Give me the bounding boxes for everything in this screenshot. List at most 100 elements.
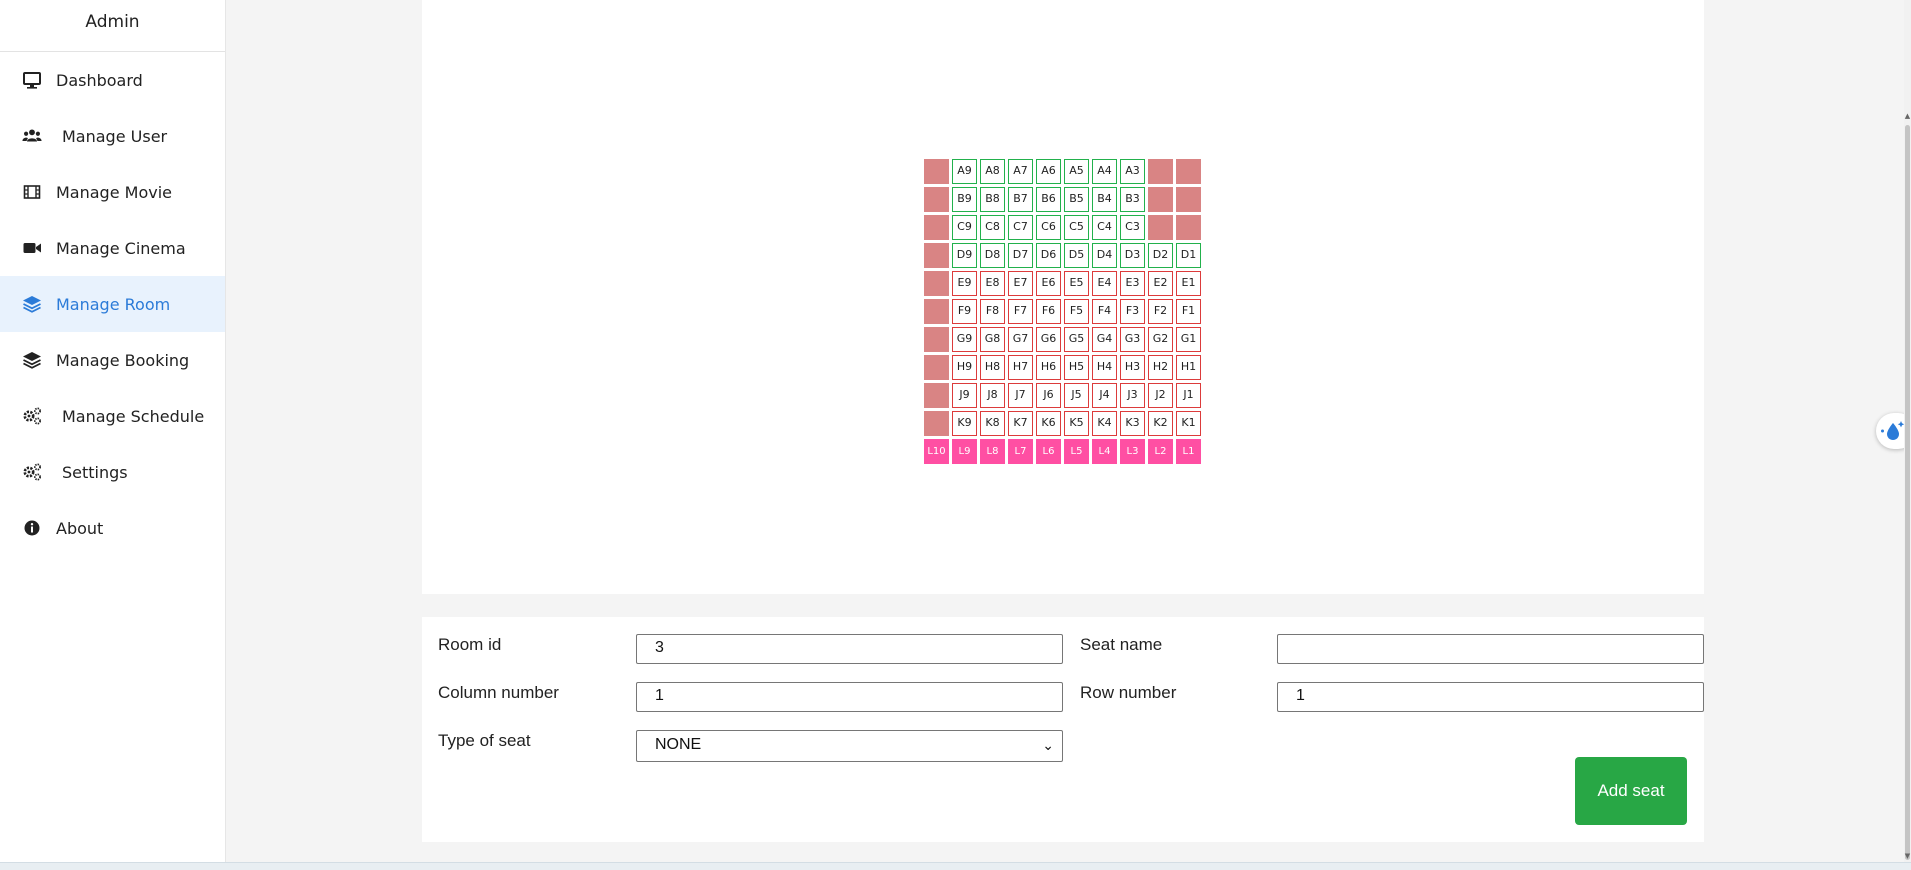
seat-g8[interactable]: G8 [980, 327, 1005, 352]
seat-j3[interactable]: J3 [1120, 383, 1145, 408]
room-id-input[interactable]: 3 [636, 634, 1063, 664]
seat-g1[interactable]: G1 [1176, 327, 1201, 352]
seat-e7[interactable]: E7 [1008, 271, 1033, 296]
seat-k5[interactable]: K5 [1064, 411, 1089, 436]
seat-a8[interactable]: A8 [980, 159, 1005, 184]
seat-j5[interactable]: J5 [1064, 383, 1089, 408]
seat-blocked[interactable] [924, 187, 949, 212]
seat-b4[interactable]: B4 [1092, 187, 1117, 212]
seat-g7[interactable]: G7 [1008, 327, 1033, 352]
seat-f4[interactable]: F4 [1092, 299, 1117, 324]
seat-d4[interactable]: D4 [1092, 243, 1117, 268]
seat-j6[interactable]: J6 [1036, 383, 1061, 408]
sidebar-item-manage-schedule[interactable]: Manage Schedule [0, 388, 225, 444]
seat-g5[interactable]: G5 [1064, 327, 1089, 352]
seat-c7[interactable]: C7 [1008, 215, 1033, 240]
seat-d2[interactable]: D2 [1148, 243, 1173, 268]
seat-h3[interactable]: H3 [1120, 355, 1145, 380]
seat-blocked[interactable] [924, 383, 949, 408]
seat-e6[interactable]: E6 [1036, 271, 1061, 296]
page-scrollbar[interactable]: ▲ ▼ [1904, 0, 1911, 869]
seat-l3[interactable]: L3 [1120, 439, 1145, 464]
seat-k8[interactable]: K8 [980, 411, 1005, 436]
seat-c5[interactable]: C5 [1064, 215, 1089, 240]
seat-b8[interactable]: B8 [980, 187, 1005, 212]
seat-b5[interactable]: B5 [1064, 187, 1089, 212]
scrollbar-thumb[interactable] [1905, 125, 1910, 860]
sidebar-item-manage-booking[interactable]: Manage Booking [0, 332, 225, 388]
seat-blocked[interactable] [924, 243, 949, 268]
seat-h7[interactable]: H7 [1008, 355, 1033, 380]
seat-c3[interactable]: C3 [1120, 215, 1145, 240]
seat-blocked[interactable] [924, 411, 949, 436]
seat-blocked[interactable] [1176, 187, 1201, 212]
seat-b6[interactable]: B6 [1036, 187, 1061, 212]
seat-a7[interactable]: A7 [1008, 159, 1033, 184]
seat-blocked[interactable] [924, 159, 949, 184]
seat-l4[interactable]: L4 [1092, 439, 1117, 464]
seat-e8[interactable]: E8 [980, 271, 1005, 296]
row-number-input[interactable]: 1 [1277, 682, 1704, 712]
seat-l5[interactable]: L5 [1064, 439, 1089, 464]
seat-f3[interactable]: F3 [1120, 299, 1145, 324]
seat-h1[interactable]: H1 [1176, 355, 1201, 380]
seat-l7[interactable]: L7 [1008, 439, 1033, 464]
seat-j2[interactable]: J2 [1148, 383, 1173, 408]
seat-f1[interactable]: F1 [1176, 299, 1201, 324]
seat-j7[interactable]: J7 [1008, 383, 1033, 408]
seat-blocked[interactable] [924, 299, 949, 324]
sidebar-item-dashboard[interactable]: Dashboard [0, 52, 225, 108]
seat-e2[interactable]: E2 [1148, 271, 1173, 296]
seat-a4[interactable]: A4 [1092, 159, 1117, 184]
seat-c8[interactable]: C8 [980, 215, 1005, 240]
seat-blocked[interactable] [1148, 215, 1173, 240]
seat-j4[interactable]: J4 [1092, 383, 1117, 408]
seat-f6[interactable]: F6 [1036, 299, 1061, 324]
seat-k2[interactable]: K2 [1148, 411, 1173, 436]
sidebar-item-settings[interactable]: Settings [0, 444, 225, 500]
seat-d3[interactable]: D3 [1120, 243, 1145, 268]
seat-a5[interactable]: A5 [1064, 159, 1089, 184]
seat-h9[interactable]: H9 [952, 355, 977, 380]
seat-k6[interactable]: K6 [1036, 411, 1061, 436]
seat-d9[interactable]: D9 [952, 243, 977, 268]
seat-e1[interactable]: E1 [1176, 271, 1201, 296]
seat-h2[interactable]: H2 [1148, 355, 1173, 380]
seat-e4[interactable]: E4 [1092, 271, 1117, 296]
seat-h4[interactable]: H4 [1092, 355, 1117, 380]
seat-d6[interactable]: D6 [1036, 243, 1061, 268]
seat-f2[interactable]: F2 [1148, 299, 1173, 324]
seat-d8[interactable]: D8 [980, 243, 1005, 268]
seat-a6[interactable]: A6 [1036, 159, 1061, 184]
seat-f9[interactable]: F9 [952, 299, 977, 324]
seat-k4[interactable]: K4 [1092, 411, 1117, 436]
seat-e3[interactable]: E3 [1120, 271, 1145, 296]
seat-l9[interactable]: L9 [952, 439, 977, 464]
type-of-seat-select[interactable]: NONE ⌄ [636, 730, 1063, 762]
sidebar-item-manage-user[interactable]: Manage User [0, 108, 225, 164]
seat-k3[interactable]: K3 [1120, 411, 1145, 436]
seat-f5[interactable]: F5 [1064, 299, 1089, 324]
seat-a3[interactable]: A3 [1120, 159, 1145, 184]
sidebar-item-manage-room[interactable]: Manage Room [0, 276, 225, 332]
seat-b9[interactable]: B9 [952, 187, 977, 212]
seat-k1[interactable]: K1 [1176, 411, 1201, 436]
seat-blocked[interactable] [1148, 159, 1173, 184]
seat-k7[interactable]: K7 [1008, 411, 1033, 436]
seat-k9[interactable]: K9 [952, 411, 977, 436]
seat-d7[interactable]: D7 [1008, 243, 1033, 268]
seat-name-input[interactable] [1277, 634, 1704, 664]
seat-j8[interactable]: J8 [980, 383, 1005, 408]
seat-blocked[interactable] [924, 215, 949, 240]
seat-blocked[interactable] [1148, 187, 1173, 212]
seat-c6[interactable]: C6 [1036, 215, 1061, 240]
seat-c4[interactable]: C4 [1092, 215, 1117, 240]
seat-h5[interactable]: H5 [1064, 355, 1089, 380]
seat-g2[interactable]: G2 [1148, 327, 1173, 352]
seat-g9[interactable]: G9 [952, 327, 977, 352]
seat-b7[interactable]: B7 [1008, 187, 1033, 212]
add-seat-button[interactable]: Add seat [1575, 757, 1687, 825]
seat-blocked[interactable] [924, 271, 949, 296]
seat-h6[interactable]: H6 [1036, 355, 1061, 380]
sidebar-item-about[interactable]: About [0, 500, 225, 556]
